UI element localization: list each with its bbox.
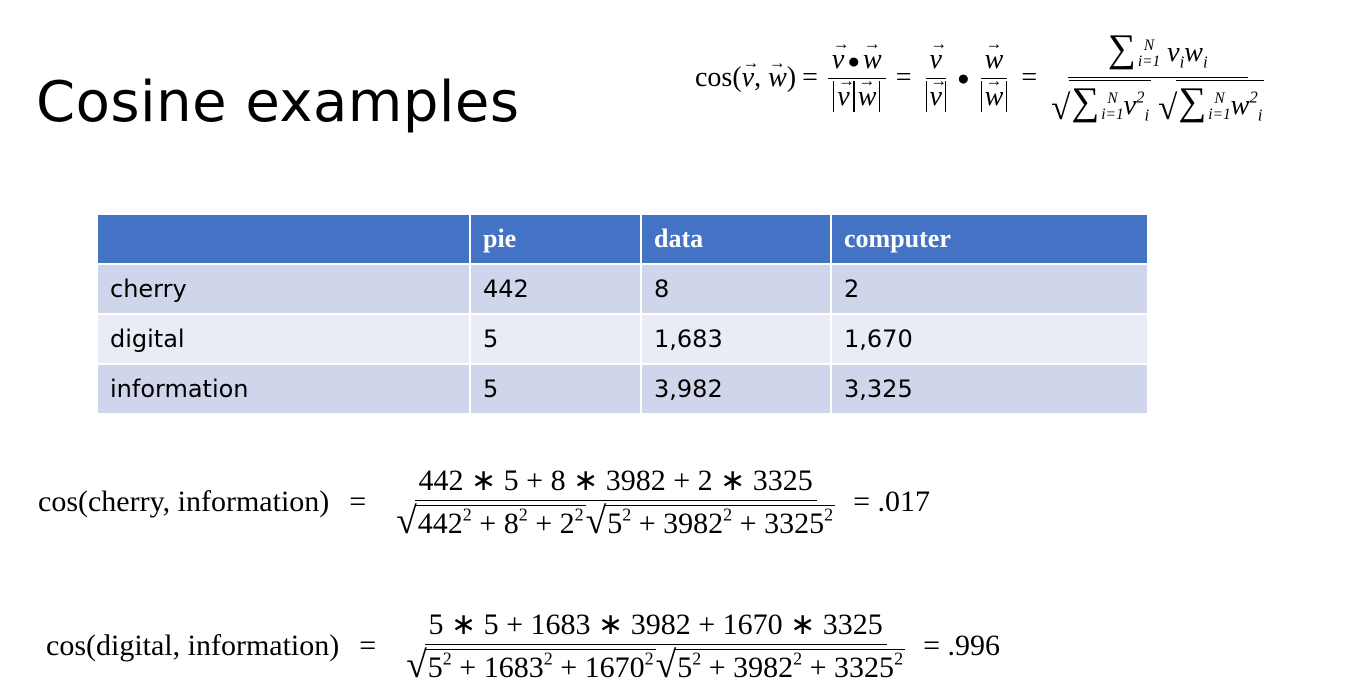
example-cherry-information: cos(cherry, information) = 442 ∗ 5 + 8 ∗… <box>38 464 930 542</box>
table-cell: 3,982 <box>640 363 832 415</box>
header-cell-data: data <box>640 213 832 265</box>
unit-v-fraction: v v <box>922 34 950 113</box>
header-cell-computer: computer <box>830 213 1149 265</box>
sum-fraction: ∑ Ni=1 viwi √ ∑ Ni=1 v2i √ ∑ Ni=1 w2i <box>1051 26 1265 128</box>
cooccurrence-table: pie data computer cherry 442 8 2 digital… <box>96 213 1149 415</box>
table-row: digital 5 1,683 1,670 <box>96 313 1149 365</box>
header-cell <box>96 213 471 265</box>
example-digital-information: cos(digital, information) = 5 ∗ 5 + 1683… <box>46 608 1000 686</box>
example1-fraction: 442 ∗ 5 + 8 ∗ 3982 + 2 ∗ 3325 √ 4422 + 82… <box>396 464 836 542</box>
table-row: cherry 442 8 2 <box>96 263 1149 315</box>
header-cell-pie: pie <box>469 213 642 265</box>
table-cell: 1,683 <box>640 313 832 365</box>
table-cell: 5 <box>469 313 642 365</box>
unit-w-fraction: w w <box>977 34 1012 113</box>
table-cell: 1,670 <box>830 313 1149 365</box>
dot-product-fraction: v●w vw <box>827 34 886 113</box>
row-label: information <box>96 363 471 415</box>
example2-result: = .996 <box>923 629 1000 662</box>
row-label: digital <box>96 313 471 365</box>
slide-title: Cosine examples <box>36 70 520 135</box>
table-cell: 3,325 <box>830 363 1149 415</box>
example1-result: = .017 <box>853 485 930 518</box>
table-cell: 8 <box>640 263 832 315</box>
table-cell: 442 <box>469 263 642 315</box>
table-cell: 2 <box>830 263 1149 315</box>
formula-lhs: cos(v, w) <box>695 53 796 94</box>
row-label: cherry <box>96 263 471 315</box>
cosine-formula: cos(v, w) = v●w vw = v v ● w w = ∑Ni=1 v… <box>695 8 1272 148</box>
table-cell: 5 <box>469 363 642 415</box>
table-row: information 5 3,982 3,325 <box>96 363 1149 415</box>
example2-fraction: 5 ∗ 5 + 1683 ∗ 3982 + 1670 ∗ 3325 √ 52 + … <box>406 608 906 686</box>
table-header-row: pie data computer <box>96 213 1149 265</box>
